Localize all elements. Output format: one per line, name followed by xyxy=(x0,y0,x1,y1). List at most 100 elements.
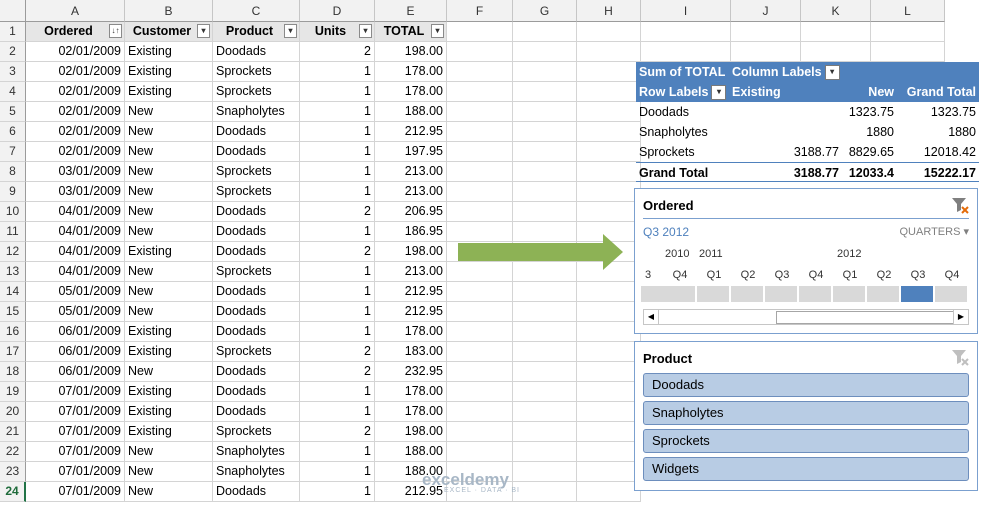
table-cell[interactable]: 198.00 xyxy=(375,242,447,262)
grid-cell[interactable] xyxy=(513,62,577,82)
table-cell[interactable]: New xyxy=(125,222,213,242)
timeline-period[interactable] xyxy=(663,286,696,302)
slicer-item-doodads[interactable]: Doodads xyxy=(643,373,969,397)
table-cell[interactable]: Doodads xyxy=(213,142,300,162)
product-slicer[interactable]: Product Doodads Snapholytes Sprockets Widge… xyxy=(634,341,978,491)
table-cell[interactable]: Existing xyxy=(125,242,213,262)
table-header-customer[interactable]: Customer ▾ xyxy=(125,22,213,42)
table-cell[interactable]: New xyxy=(125,362,213,382)
table-cell[interactable]: Snapholytes xyxy=(213,102,300,122)
table-cell[interactable]: 1 xyxy=(300,382,375,402)
grid-cell[interactable] xyxy=(513,82,577,102)
grid-cell[interactable] xyxy=(641,42,731,62)
grid-cell[interactable] xyxy=(513,402,577,422)
grid-cell[interactable] xyxy=(871,22,945,42)
table-cell[interactable]: 07/01/2009 xyxy=(26,422,125,442)
grid-cell[interactable] xyxy=(447,382,513,402)
row-header-19[interactable]: 19 xyxy=(0,382,26,402)
table-cell[interactable]: 02/01/2009 xyxy=(26,42,125,62)
table-cell[interactable]: Sprockets xyxy=(213,262,300,282)
row-header-13[interactable]: 13 xyxy=(0,262,26,282)
table-cell[interactable]: 183.00 xyxy=(375,342,447,362)
table-cell[interactable]: 1 xyxy=(300,122,375,142)
clear-filter-icon[interactable] xyxy=(951,196,969,214)
table-cell[interactable]: 1 xyxy=(300,102,375,122)
row-header-6[interactable]: 6 xyxy=(0,122,26,142)
timeline-period[interactable] xyxy=(641,286,664,302)
column-header-i[interactable]: I xyxy=(641,0,731,22)
table-cell[interactable]: 1 xyxy=(300,142,375,162)
table-cell[interactable]: Doodads xyxy=(213,242,300,262)
table-cell[interactable]: 213.00 xyxy=(375,262,447,282)
table-cell[interactable]: 212.95 xyxy=(375,302,447,322)
grid-cell[interactable] xyxy=(447,362,513,382)
grid-cell[interactable] xyxy=(577,342,641,362)
grid-cell[interactable] xyxy=(731,42,801,62)
timeline-slicer[interactable]: Ordered Q3 2012 QUARTERS ▾ 2010 2011 2012 … xyxy=(634,188,978,334)
row-header-9[interactable]: 9 xyxy=(0,182,26,202)
table-cell[interactable]: Doodads xyxy=(213,382,300,402)
table-cell[interactable]: New xyxy=(125,182,213,202)
table-header-product[interactable]: Product ▾ xyxy=(213,22,300,42)
grid-cell[interactable] xyxy=(577,102,641,122)
table-cell[interactable]: 178.00 xyxy=(375,382,447,402)
row-header-4[interactable]: 4 xyxy=(0,82,26,102)
grid-cell[interactable] xyxy=(447,82,513,102)
grid-cell[interactable] xyxy=(577,122,641,142)
row-header-21[interactable]: 21 xyxy=(0,422,26,442)
column-header-e[interactable]: E xyxy=(375,0,447,22)
grid-cell[interactable] xyxy=(513,442,577,462)
table-cell[interactable]: 07/01/2009 xyxy=(26,402,125,422)
grid-cell[interactable] xyxy=(871,42,945,62)
table-cell[interactable]: 198.00 xyxy=(375,422,447,442)
table-cell[interactable]: 04/01/2009 xyxy=(26,262,125,282)
column-header-c[interactable]: C xyxy=(213,0,300,22)
grid-cell[interactable] xyxy=(447,42,513,62)
table-cell[interactable]: 04/01/2009 xyxy=(26,242,125,262)
row-header-2[interactable]: 2 xyxy=(0,42,26,62)
table-header-total[interactable]: TOTAL ▾ xyxy=(375,22,447,42)
grid-cell[interactable] xyxy=(513,382,577,402)
row-header-17[interactable]: 17 xyxy=(0,342,26,362)
timeline-period[interactable] xyxy=(765,286,798,302)
select-all-corner[interactable] xyxy=(0,0,26,22)
grid-cell[interactable] xyxy=(801,42,871,62)
row-header-3[interactable]: 3 xyxy=(0,62,26,82)
table-cell[interactable]: 07/01/2009 xyxy=(26,462,125,482)
table-cell[interactable]: 06/01/2009 xyxy=(26,342,125,362)
table-cell[interactable]: Existing xyxy=(125,62,213,82)
grid-cell[interactable] xyxy=(577,142,641,162)
table-header-units[interactable]: Units ▾ xyxy=(300,22,375,42)
timeline-period[interactable] xyxy=(935,286,968,302)
table-cell[interactable]: 2 xyxy=(300,242,375,262)
table-cell[interactable]: 213.00 xyxy=(375,162,447,182)
grid-cell[interactable] xyxy=(577,182,641,202)
grid-cell[interactable] xyxy=(513,322,577,342)
grid-cell[interactable] xyxy=(577,202,641,222)
column-header-j[interactable]: J xyxy=(731,0,801,22)
grid-cell[interactable] xyxy=(577,22,641,42)
grid-cell[interactable] xyxy=(513,162,577,182)
table-cell[interactable]: New xyxy=(125,482,213,502)
grid-cell[interactable] xyxy=(447,122,513,142)
table-cell[interactable]: New xyxy=(125,122,213,142)
grid-cell[interactable] xyxy=(577,482,641,502)
grid-cell[interactable] xyxy=(447,442,513,462)
grid-cell[interactable] xyxy=(513,482,577,502)
table-cell[interactable]: Doodads xyxy=(213,482,300,502)
table-cell[interactable]: 03/01/2009 xyxy=(26,182,125,202)
table-cell[interactable]: 1 xyxy=(300,282,375,302)
table-cell[interactable]: New xyxy=(125,162,213,182)
table-cell[interactable]: 186.95 xyxy=(375,222,447,242)
table-cell[interactable]: 197.95 xyxy=(375,142,447,162)
grid-cell[interactable] xyxy=(577,82,641,102)
column-header-d[interactable]: D xyxy=(300,0,375,22)
table-cell[interactable]: Doodads xyxy=(213,222,300,242)
column-header-l[interactable]: L xyxy=(871,0,945,22)
row-header-24[interactable]: 24 xyxy=(0,482,26,502)
table-cell[interactable]: Doodads xyxy=(213,322,300,342)
row-header-15[interactable]: 15 xyxy=(0,302,26,322)
grid-cell[interactable] xyxy=(513,362,577,382)
grid-cell[interactable] xyxy=(513,42,577,62)
table-cell[interactable]: Doodads xyxy=(213,282,300,302)
